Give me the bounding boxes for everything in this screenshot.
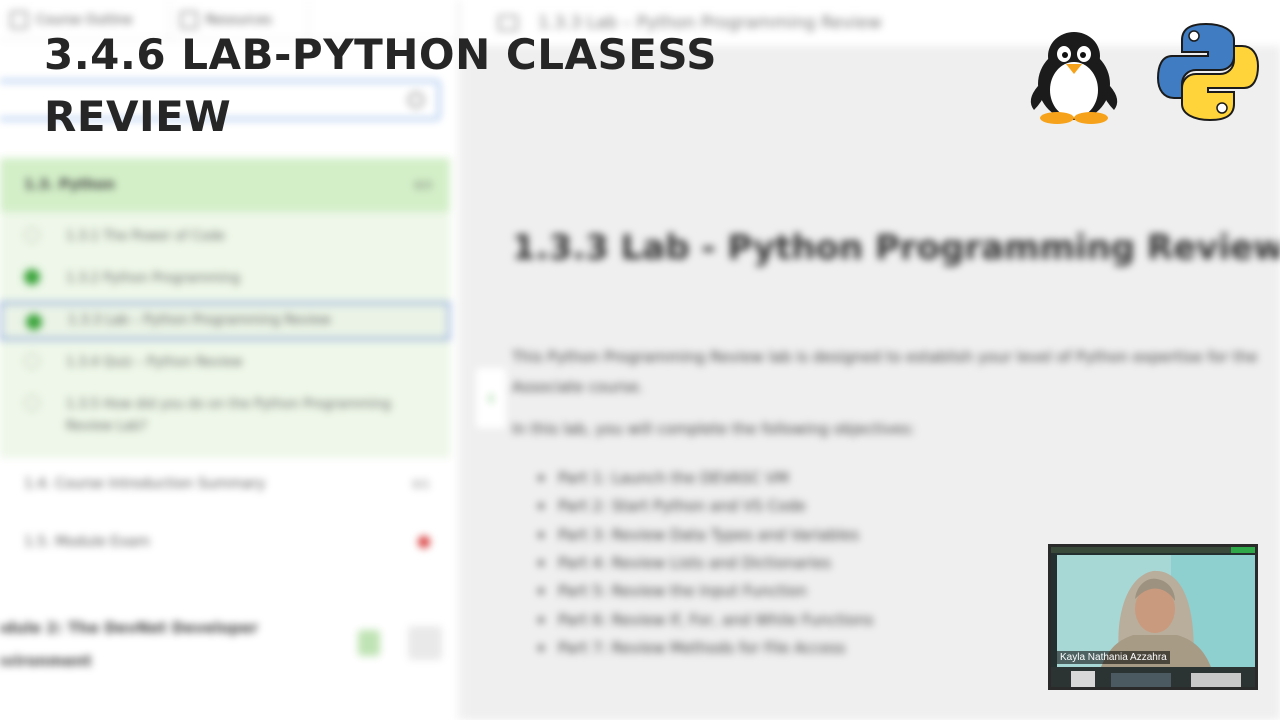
sidebar-item-module-exam[interactable]: 1.5. Module Exam bbox=[0, 534, 450, 550]
module-progress: 0/3 bbox=[414, 178, 432, 192]
sidebar-item-label: 1.5. Module Exam bbox=[24, 534, 150, 550]
chevron-down-icon[interactable] bbox=[408, 626, 442, 660]
lesson-label: 1.3.5 How did you do on the Python Progr… bbox=[66, 397, 391, 434]
list-item: Part 5: Review the Input Function bbox=[538, 577, 874, 605]
objectives-list: Part 1: Launch the DEVASC VM Part 2: Sta… bbox=[538, 464, 874, 662]
progress-dot-icon bbox=[24, 353, 40, 369]
lesson-item-active[interactable]: 1.3.3 Lab – Python Programming Review bbox=[0, 302, 450, 340]
list-item: Part 6: Review If, For, and While Functi… bbox=[538, 605, 874, 633]
lesson-label: 1.3.1 The Power of Code bbox=[66, 229, 225, 244]
list-item: Part 7: Review Methods for File Access bbox=[538, 634, 874, 662]
completed-dot-icon bbox=[26, 313, 42, 330]
participant-name: Kayla Nathania Azzahra bbox=[1057, 651, 1170, 664]
lesson-label: 1.3.3 Lab – Python Programming Review bbox=[68, 313, 331, 328]
list-item: Part 2: Start Python and VS Code bbox=[538, 492, 874, 520]
lesson-item[interactable]: 1.3.5 How did you do on the Python Progr… bbox=[0, 394, 450, 438]
trophy-icon bbox=[358, 630, 380, 656]
lesson-item[interactable]: 1.3.2 Python Programming bbox=[0, 268, 450, 290]
module-label: 1.3. Python bbox=[24, 177, 115, 193]
lab-title: 1.3.3 Lab - Python Programming Review bbox=[512, 228, 1280, 268]
sidebar-item-label: 1.4. Course Introduction Summary bbox=[24, 476, 266, 492]
chevron-left-icon: ‹ bbox=[486, 385, 496, 411]
lesson-list: 1.3.1 The Power of Code 1.3.2 Python Pro… bbox=[0, 212, 450, 458]
sidebar-item-summary[interactable]: 1.4. Course Introduction Summary 0/1 bbox=[0, 476, 450, 492]
list-item: Part 3: Review Data Types and Variables bbox=[538, 521, 874, 549]
objectives-label: In this lab, you will complete the follo… bbox=[512, 420, 915, 438]
list-item: Part 4: Review Lists and Dictionaries bbox=[538, 549, 874, 577]
collapse-sidebar-button[interactable]: ‹ bbox=[474, 366, 508, 430]
lesson-label: 1.3.4 Quiz – Python Review bbox=[66, 355, 243, 370]
alert-dot-icon bbox=[418, 536, 430, 548]
completed-dot-icon bbox=[24, 269, 40, 285]
list-item: Part 1: Launch the DEVASC VM bbox=[538, 464, 874, 492]
webcam-feed: Kayla Nathania Azzahra bbox=[1048, 544, 1258, 690]
lesson-item[interactable]: 1.3.4 Quiz – Python Review bbox=[0, 352, 450, 374]
sidebar-item-progress: 0/1 bbox=[412, 477, 430, 491]
progress-dot-icon bbox=[24, 227, 40, 243]
lab-intro: This Python Programming Review lab is de… bbox=[512, 348, 1258, 396]
lesson-label: 1.3.2 Python Programming bbox=[66, 271, 241, 286]
sidebar-module-python[interactable]: 1.3. Python 0/3 bbox=[0, 158, 450, 212]
list-icon bbox=[10, 11, 28, 29]
progress-dot-icon bbox=[24, 395, 40, 411]
lesson-item[interactable]: 1.3.1 The Power of Code bbox=[0, 226, 450, 248]
tux-penguin-icon bbox=[1030, 32, 1118, 124]
webcam-image bbox=[1051, 547, 1255, 687]
sidebar-module-2[interactable]: odule 2: The DevNet Developer nvironment bbox=[0, 612, 314, 678]
python-logo-icon bbox=[1156, 22, 1260, 122]
video-title: 3.4.6 LAB-PYTHON CLASESS REVIEW bbox=[44, 30, 718, 141]
